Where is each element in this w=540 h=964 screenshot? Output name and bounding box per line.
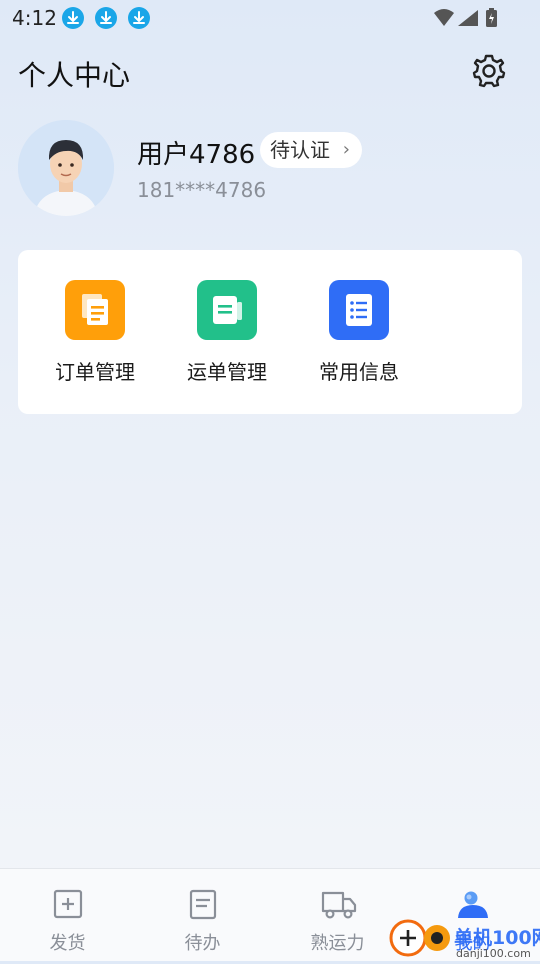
wifi-icon <box>434 9 454 26</box>
quick-action-waybill-management[interactable]: 运单管理 <box>172 280 282 390</box>
watermark-logo: 单机100网 danji100.com <box>388 912 540 960</box>
info-list-icon <box>329 280 389 340</box>
quick-actions-card: 订单管理 运单管理 常用信息 <box>18 250 522 414</box>
status-bar: 4:12 <box>0 0 540 36</box>
truck-icon <box>321 889 356 921</box>
tab-label: 熟运力 <box>310 933 365 954</box>
quick-action-common-info[interactable]: 常用信息 <box>304 280 414 390</box>
page-title: 个人中心 <box>18 59 131 92</box>
add-box-icon <box>51 889 85 921</box>
waybill-icon <box>197 280 257 340</box>
tab-label: 待办 <box>184 933 221 954</box>
quick-action-order-management[interactable]: 订单管理 <box>40 280 150 390</box>
username: 用户4786 <box>137 140 256 170</box>
download-notification-icon <box>128 7 150 29</box>
signal-icon <box>458 10 478 26</box>
verification-status-button[interactable]: 待认证 › <box>260 132 362 168</box>
tab-todo[interactable]: 待办 <box>135 869 270 961</box>
battery-icon <box>486 8 497 27</box>
status-icons <box>432 7 502 33</box>
svg-text:danji100.com: danji100.com <box>456 947 531 960</box>
quick-action-label: 运单管理 <box>187 360 267 384</box>
order-icon <box>65 280 125 340</box>
download-notification-icon <box>95 7 117 29</box>
settings-gear-icon[interactable] <box>470 52 508 90</box>
tab-label: 发货 <box>49 933 86 954</box>
quick-action-label: 订单管理 <box>55 360 135 384</box>
tab-trusted-carriers[interactable]: 熟运力 <box>270 869 405 961</box>
avatar[interactable] <box>18 120 114 216</box>
tab-ship[interactable]: 发货 <box>0 869 135 961</box>
quick-action-label: 常用信息 <box>319 360 399 384</box>
svg-text:单机100网: 单机100网 <box>454 926 540 949</box>
status-time: 4:12 <box>12 6 57 30</box>
verification-status-label: 待认证 <box>270 138 330 162</box>
todo-doc-icon <box>186 889 220 921</box>
chevron-right-icon: › <box>342 139 350 160</box>
download-notification-icon <box>62 7 84 29</box>
phone-number: 181****4786 <box>137 178 267 202</box>
